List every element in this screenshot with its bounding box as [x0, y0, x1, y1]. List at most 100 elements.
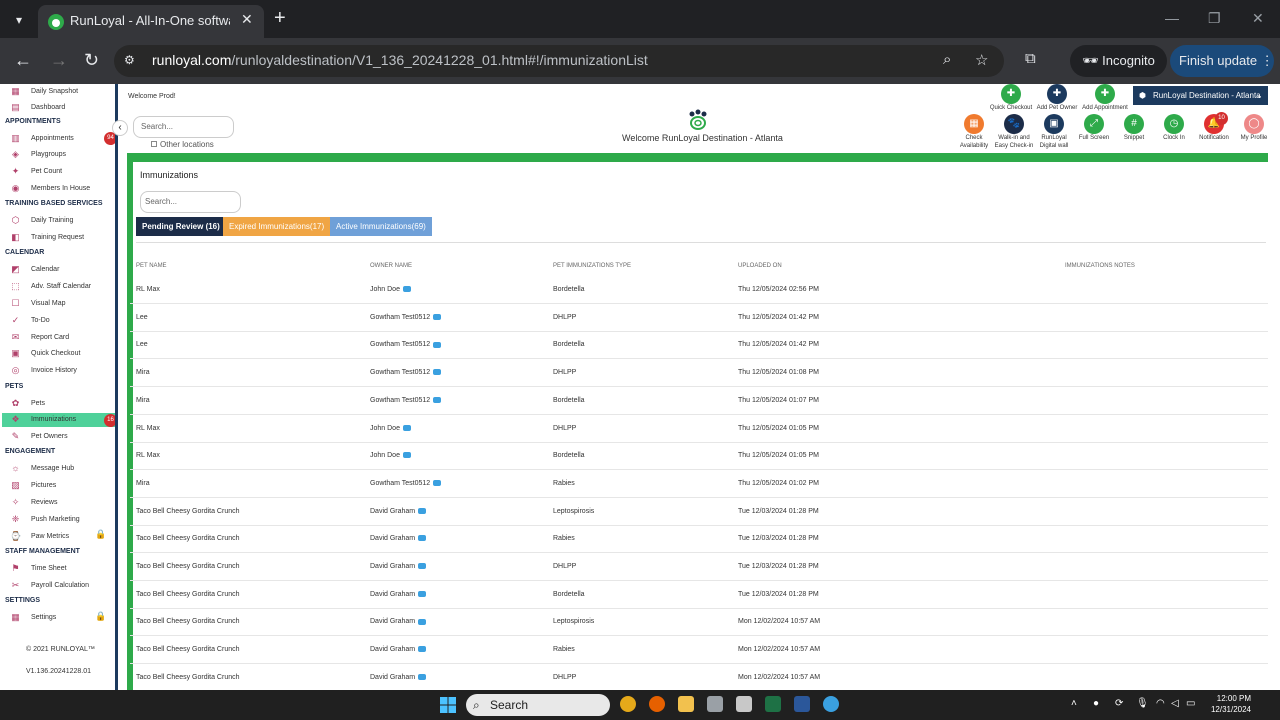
sidebar-item-pictures[interactable]: ▨ Pictures — [10, 479, 56, 493]
windows-start-icon[interactable] — [440, 697, 456, 713]
column-header-uploaded-on[interactable]: UPLOADED ON — [738, 263, 782, 269]
message-icon[interactable] — [418, 590, 427, 597]
tab-pending-review-16[interactable]: Pending Review (16) — [136, 217, 226, 236]
cell-owner[interactable]: John Doe — [370, 286, 411, 293]
extensions-icon[interactable]: ⧉ — [1025, 50, 1036, 67]
close-icon[interactable]: ✕ — [241, 11, 253, 28]
restore-icon[interactable]: ❐ — [1208, 10, 1221, 27]
taskbar-search[interactable]: ⌕ Search — [466, 694, 610, 716]
cell-owner[interactable]: Gowtham Test0512 — [370, 341, 442, 348]
message-icon[interactable] — [433, 369, 442, 376]
sidebar-item-reviews[interactable]: ✧ Reviews — [10, 496, 58, 510]
message-icon[interactable] — [402, 424, 411, 431]
cell-owner[interactable]: Gowtham Test0512 — [370, 396, 442, 404]
search-icon[interactable]: ⌕ — [943, 51, 951, 68]
message-icon[interactable] — [402, 286, 411, 293]
word-icon[interactable] — [794, 696, 810, 712]
tab-expired-immunizations-17[interactable]: Expired Immunizations(17) — [223, 217, 331, 236]
table-row[interactable]: Mira Gowtham Test0512 Bordetella Thu 12/05/… — [130, 387, 1268, 415]
action-add-appointment[interactable]: ✚ Add Appointment — [1081, 84, 1129, 112]
sidebar-item-training-request[interactable]: ◧ Training Request — [10, 231, 84, 245]
cell-owner[interactable]: Gowtham Test0512 — [370, 313, 442, 321]
cell-owner[interactable]: John Doe — [370, 425, 411, 432]
message-icon[interactable] — [433, 396, 442, 403]
battery-icon[interactable]: ▭ — [1186, 698, 1195, 709]
tab-active-immunizations-69[interactable]: Active Immunizations(69) — [330, 217, 432, 236]
chevron-up-icon[interactable]: ˄ — [1071, 698, 1077, 709]
sidebar-item-to-do[interactable]: ✓ To-Do — [10, 313, 50, 327]
sidebar-item-pet-owners[interactable]: ✎ Pet Owners — [10, 430, 68, 444]
message-icon[interactable] — [418, 673, 427, 680]
sidebar-item-paw-metrics[interactable]: ⌚ Paw Metrics — [10, 529, 69, 543]
tray-app-icon[interactable]: ● — [1093, 698, 1099, 709]
cell-owner[interactable]: David Graham — [370, 618, 427, 625]
cell-owner[interactable]: David Graham — [370, 590, 427, 598]
action-quick-checkout[interactable]: ✚ Quick Checkout — [987, 84, 1035, 112]
minimize-icon[interactable]: — — [1165, 10, 1179, 26]
address-bar[interactable]: ⚙ runloyal.com/runloyaldestination/V1_13… — [114, 45, 1004, 77]
table-row[interactable]: RL Max John Doe DHLPP Thu 12/05/2024 01:05 … — [130, 415, 1268, 443]
microphone-icon[interactable]: 🎙 — [1136, 698, 1149, 709]
wifi-icon[interactable]: ◠ — [1156, 698, 1165, 709]
sidebar-item-dashboard[interactable]: ▤ Dashboard — [10, 101, 65, 115]
action-my-profile[interactable]: ◯ My Profile — [1230, 114, 1278, 142]
checkbox-icon[interactable] — [151, 141, 157, 147]
sidebar-item-appointments[interactable]: ▥ Appointments — [10, 131, 74, 145]
firefox-icon[interactable] — [649, 696, 665, 712]
window-close-icon[interactable]: ✕ — [1252, 10, 1264, 27]
cell-owner[interactable]: David Graham — [370, 563, 427, 570]
sidebar-item-quick-checkout[interactable]: ▣ Quick Checkout — [10, 347, 80, 361]
sidebar-item-daily-training[interactable]: ⬡ Daily Training — [10, 214, 74, 228]
collapse-sidebar-button[interactable]: ‹ — [112, 120, 128, 136]
table-row[interactable]: Mira Gowtham Test0512 DHLPP Thu 12/05/2024 … — [130, 359, 1268, 388]
sidebar-item-visual-map[interactable]: ☐ Visual Map — [10, 297, 65, 311]
finish-update-button[interactable]: Finish update ⋮ — [1170, 45, 1274, 77]
table-row[interactable]: Taco Bell Cheesy Gordita Crunch David Gra… — [130, 581, 1268, 609]
bookmark-star-icon[interactable]: ☆ — [975, 51, 988, 69]
cell-owner[interactable]: David Graham — [370, 535, 427, 542]
sidebar-item-pets[interactable]: ✿ Pets — [10, 396, 45, 410]
action-add-pet-owner[interactable]: ✚ Add Pet Owner — [1033, 84, 1081, 112]
message-icon[interactable] — [418, 507, 427, 514]
table-row[interactable]: Taco Bell Cheesy Gordita Crunch David Gra… — [130, 553, 1268, 581]
sidebar-item-payroll-calculation[interactable]: ✂ Payroll Calculation — [10, 578, 89, 592]
header-search-input[interactable]: Search... — [133, 116, 234, 138]
cell-owner[interactable]: Gowtham Test0512 — [370, 369, 442, 376]
table-row[interactable]: Lee Gowtham Test0512 Bordetella Thu 12/05/2… — [130, 331, 1268, 360]
table-row[interactable]: Taco Bell Cheesy Gordita Crunch David Gra… — [130, 525, 1268, 554]
message-icon[interactable] — [402, 452, 411, 459]
sidebar-item-invoice-history[interactable]: ◎ Invoice History — [10, 364, 77, 378]
sidebar-item-daily-snapshot[interactable]: ▦ Daily Snapshot — [10, 84, 78, 98]
back-icon[interactable]: ← — [14, 50, 32, 70]
message-icon[interactable] — [418, 535, 427, 542]
message-icon[interactable] — [433, 341, 442, 348]
table-row[interactable]: Taco Bell Cheesy Gordita Crunch David Gra… — [130, 498, 1268, 526]
message-icon[interactable] — [418, 618, 427, 625]
sidebar-item-playgroups[interactable]: ◈ Playgroups — [10, 148, 66, 162]
table-row[interactable]: RL Max John Doe Bordetella Thu 12/05/2024 0… — [130, 442, 1268, 471]
volume-icon[interactable]: ◁ — [1171, 698, 1179, 709]
sidebar-item-report-card[interactable]: ✉ Report Card — [10, 330, 69, 344]
cell-owner[interactable]: Gowtham Test0512 — [370, 480, 442, 487]
calculator-icon[interactable] — [707, 696, 723, 712]
location-select[interactable]: ⬢ RunLoyal Destination - Atlanta ⌄ — [1133, 86, 1268, 105]
reload-icon[interactable]: ↻ — [84, 50, 99, 70]
tab-search-button[interactable]: ▾ — [6, 8, 32, 32]
cell-owner[interactable]: David Graham — [370, 673, 427, 681]
site-info-icon[interactable]: ⚙ — [124, 53, 135, 67]
excel-icon[interactable] — [765, 696, 781, 712]
clock[interactable]: 12:00 PM 12/31/2024 — [1203, 693, 1251, 715]
sync-icon[interactable]: ⟳ — [1115, 698, 1123, 709]
forward-icon[interactable]: → — [50, 50, 68, 70]
table-row[interactable]: Mira Gowtham Test0512 Rabies Thu 12/05/2024… — [130, 470, 1268, 498]
sidebar-item-pet-count[interactable]: ✦ Pet Count — [10, 165, 62, 179]
table-row[interactable]: Taco Bell Cheesy Gordita Crunch David Gra… — [130, 608, 1268, 637]
sidebar-item-time-sheet[interactable]: ⚑ Time Sheet — [10, 561, 66, 575]
cell-owner[interactable]: John Doe — [370, 452, 411, 459]
cell-owner[interactable]: David Graham — [370, 646, 427, 653]
new-tab-button[interactable]: + — [274, 8, 286, 28]
sidebar-item-settings[interactable]: ▦ Settings — [10, 611, 56, 625]
message-icon[interactable] — [433, 480, 442, 487]
message-icon[interactable] — [433, 313, 442, 320]
immunization-search-input[interactable]: Search... — [140, 191, 241, 213]
